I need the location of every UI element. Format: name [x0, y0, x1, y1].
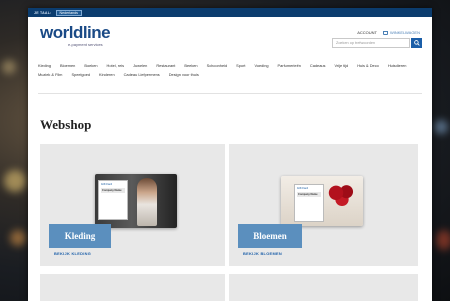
- nav-item[interactable]: Huisdieren: [388, 63, 407, 68]
- gift-card-ticket: Gift Card Company Name: [98, 180, 128, 220]
- nav-item[interactable]: Schoonheid: [207, 63, 228, 68]
- background-bokeh: [436, 230, 450, 250]
- nav-item[interactable]: Muziek & Film: [38, 72, 62, 77]
- view-category-link[interactable]: BEKIJK KLEDING: [54, 251, 91, 256]
- logo-tagline: e-payment services: [68, 42, 103, 47]
- background-bokeh: [2, 60, 16, 74]
- background-bokeh: [4, 170, 26, 192]
- browser-page: JE TAAL: Nederlands worldline e-payment …: [28, 8, 432, 301]
- ticket-line: Company Name: [101, 188, 125, 193]
- divider: [38, 93, 422, 94]
- search-button[interactable]: [411, 38, 422, 48]
- search-input[interactable]: Zoeken op trefwoorden: [332, 38, 410, 48]
- nav-item[interactable]: Beeken: [184, 63, 197, 68]
- nav-item[interactable]: Vrije tijd: [334, 63, 348, 68]
- language-bar: JE TAAL: Nederlands: [28, 8, 432, 17]
- nav-item[interactable]: Kleding: [38, 63, 51, 68]
- nav-item[interactable]: Kinderen: [99, 72, 115, 77]
- nav-item[interactable]: Design voor thuis: [169, 72, 199, 77]
- nav-item[interactable]: Boeken: [84, 63, 97, 68]
- search-icon: [413, 40, 420, 46]
- nav-item[interactable]: Huis & Deco: [357, 63, 379, 68]
- nav-item[interactable]: Voeding: [254, 63, 268, 68]
- category-card-kleding[interactable]: Gift Card Company Name Kleding BEKIJK KL…: [40, 144, 225, 266]
- category-card-bloemen[interactable]: Gift Card Company Name Bloemen BEKIJK BL…: [229, 144, 418, 266]
- nav-item[interactable]: Restaurant: [156, 63, 175, 68]
- nav-item[interactable]: Cadeau Liefpermens: [124, 72, 160, 77]
- nav-item[interactable]: Parfumerieën: [278, 63, 301, 68]
- category-label[interactable]: Kleding: [49, 224, 111, 248]
- nav-item[interactable]: Juwelen: [133, 63, 147, 68]
- ticket-title: Gift Card: [297, 187, 309, 190]
- language-label: JE TAAL:: [34, 10, 52, 15]
- view-category-link[interactable]: BEKIJK BLOEMEN: [243, 251, 282, 256]
- nav-item[interactable]: Cadeaus: [310, 63, 326, 68]
- gift-card-ticket: Gift Card Company Name: [294, 184, 324, 222]
- background-bokeh: [10, 230, 26, 246]
- background-bokeh: [434, 120, 448, 134]
- roses-photo: [327, 184, 357, 206]
- cart-link[interactable]: WINKELWAGEN: [382, 30, 420, 35]
- worldline-logo[interactable]: worldline: [40, 23, 111, 43]
- nav-item[interactable]: Sport: [236, 63, 245, 68]
- cart-label: WINKELWAGEN: [389, 30, 420, 35]
- nav-item[interactable]: Speelgoed: [71, 72, 90, 77]
- language-select[interactable]: Nederlands: [55, 9, 82, 16]
- model-photo: [137, 178, 157, 226]
- account-link[interactable]: ACCOUNT: [357, 30, 377, 35]
- cart-icon: [382, 30, 388, 35]
- ticket-line: Company Name: [297, 192, 321, 197]
- category-card[interactable]: [40, 274, 225, 301]
- nav-item[interactable]: Bloemen: [60, 63, 75, 68]
- category-label[interactable]: Bloemen: [238, 224, 302, 248]
- ticket-title: Gift Card: [101, 183, 113, 186]
- category-nav: Kleding Bloemen Boeken Hotel, reis Juwel…: [38, 63, 423, 77]
- page-title: Webshop: [40, 117, 92, 132]
- nav-item[interactable]: Hotel, reis: [107, 63, 125, 68]
- category-card[interactable]: [229, 274, 418, 301]
